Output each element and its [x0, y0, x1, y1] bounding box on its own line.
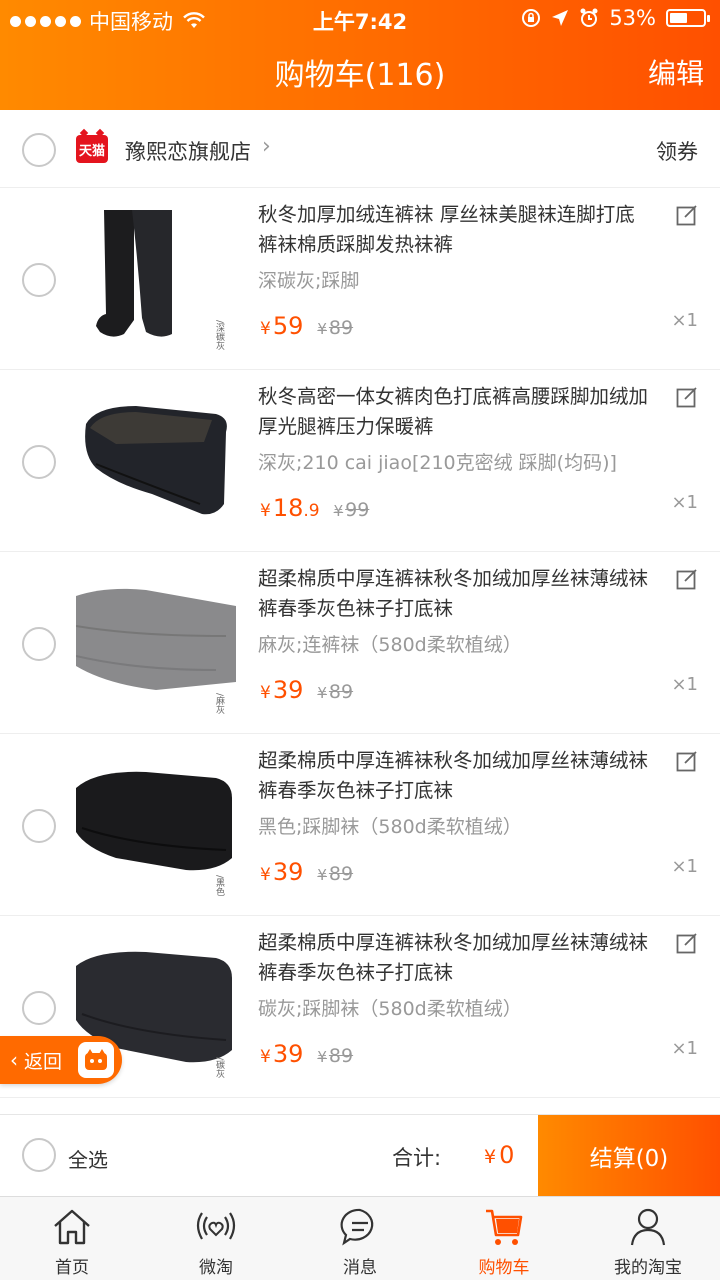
item-price: ¥39: [260, 1040, 304, 1068]
price-row: ¥39 ¥89: [260, 1040, 353, 1068]
item-quantity: ×1: [671, 856, 698, 877]
back-button[interactable]: ‹ 返回: [0, 1036, 122, 1084]
item-sku[interactable]: 深碳灰;踩脚: [258, 266, 658, 293]
item-title[interactable]: 超柔棉质中厚连裤袜秋冬加绒加厚丝袜薄绒袜裤春季灰色袜子打底袜: [258, 564, 653, 624]
status-bar: 中国移动 上午7:42 53%: [0, 0, 720, 36]
edit-item-icon[interactable]: [676, 568, 698, 590]
price-row: ¥39 ¥89: [260, 676, 353, 704]
item-select-checkbox[interactable]: [22, 809, 56, 843]
item-title[interactable]: 超柔棉质中厚连裤袜秋冬加绒加厚丝袜薄绒袜裤春季灰色袜子打底袜: [258, 928, 653, 988]
select-all-checkbox[interactable]: [22, 1138, 56, 1172]
item-price: ¥39: [260, 858, 304, 886]
thumbnail-caption: /深碳灰: [214, 319, 224, 350]
item-sku[interactable]: 深灰;210 cai jiao[210克密绒 踩脚(均码)]: [258, 448, 658, 475]
item-quantity: ×1: [671, 492, 698, 513]
battery-level: [670, 13, 687, 23]
tab-profile[interactable]: 我的淘宝: [576, 1197, 720, 1280]
home-icon: [54, 1209, 90, 1245]
chevron-left-icon: ‹: [10, 1048, 18, 1072]
original-price: ¥99: [333, 499, 370, 521]
product-image: [76, 771, 232, 871]
item-price: ¥39: [260, 676, 304, 704]
item-title[interactable]: 秋冬加厚加绒连裤袜 厚丝袜美腿袜连脚打底裤袜棉质踩脚发热袜裤: [258, 200, 653, 260]
item-price: ¥18.9: [260, 494, 320, 522]
back-label: 返回: [24, 1050, 63, 1073]
rotation-lock-icon: [522, 9, 541, 27]
total-amount: ¥0: [484, 1141, 515, 1169]
message-icon: [340, 1208, 374, 1246]
tmall-logo: 天猫: [76, 135, 108, 163]
product-image: [76, 588, 236, 690]
original-price: ¥89: [317, 681, 354, 703]
cart-item[interactable]: 秋冬高密一体女裤肉色打底裤高腰踩脚加绒加厚光腿裤压力保暖裤 深灰;210 cai…: [0, 370, 720, 552]
original-price: ¥89: [317, 1045, 354, 1067]
store-select-checkbox[interactable]: [22, 133, 56, 167]
cart-item[interactable]: /黑色 超柔棉质中厚连裤袜秋冬加绒加厚丝袜薄绒袜裤春季灰色袜子打底袜 黑色;踩脚…: [0, 734, 720, 916]
thumbnail-caption: /麻灰: [214, 692, 224, 714]
edit-item-icon[interactable]: [676, 932, 698, 954]
edit-item-icon[interactable]: [676, 386, 698, 408]
weitao-icon: [196, 1212, 236, 1240]
battery-icon: [666, 9, 710, 27]
item-select-checkbox[interactable]: [22, 627, 56, 661]
item-quantity: ×1: [671, 674, 698, 695]
price-row: ¥59 ¥89: [260, 312, 353, 340]
product-thumbnail[interactable]: /黑色: [76, 748, 236, 898]
edit-button[interactable]: 编辑: [648, 52, 704, 92]
product-thumbnail[interactable]: /麻灰: [76, 566, 236, 716]
product-image: [96, 210, 172, 337]
product-image: [85, 406, 227, 515]
chevron-right-icon[interactable]: ›: [262, 134, 271, 159]
select-all-label[interactable]: 全选: [68, 1144, 108, 1173]
store-name-link[interactable]: 豫熙恋旗舰店: [125, 136, 251, 166]
header: 中国移动 上午7:42 53% 购物车(116) 编辑: [0, 0, 720, 110]
product-thumbnail[interactable]: [76, 384, 236, 534]
item-price: ¥59: [260, 312, 304, 340]
original-price: ¥89: [317, 863, 354, 885]
total-label: 合计:: [392, 1146, 442, 1170]
price-row: ¥39 ¥89: [260, 858, 353, 886]
item-title[interactable]: 超柔棉质中厚连裤袜秋冬加绒加厚丝袜薄绒袜裤春季灰色袜子打底袜: [258, 746, 653, 806]
store-header: 天猫 豫熙恋旗舰店 › 领券: [0, 112, 720, 188]
item-sku[interactable]: 麻灰;连裤袜（580d柔软植绒）: [258, 630, 658, 657]
tab-bar: 首页 微淘 消息 购物车 我的淘宝: [0, 1196, 720, 1280]
tab-messages[interactable]: 消息: [288, 1197, 432, 1280]
item-select-checkbox[interactable]: [22, 991, 56, 1025]
item-select-checkbox[interactable]: [22, 263, 56, 297]
cart-item[interactable]: /深碳灰 秋冬加厚加绒连裤袜 厚丝袜美腿袜连脚打底裤袜棉质踩脚发热袜裤 深碳灰;…: [0, 188, 720, 370]
tmall-cat-icon: [78, 1042, 114, 1078]
item-sku[interactable]: 碳灰;踩脚袜（580d柔软植绒）: [258, 994, 658, 1021]
item-quantity: ×1: [671, 1038, 698, 1059]
item-quantity: ×1: [671, 310, 698, 331]
edit-item-icon[interactable]: [676, 204, 698, 226]
product-thumbnail[interactable]: /深碳灰: [76, 202, 236, 352]
tab-cart[interactable]: 购物车: [432, 1197, 576, 1280]
cart-item[interactable]: /麻灰 超柔棉质中厚连裤袜秋冬加绒加厚丝袜薄绒袜裤春季灰色袜子打底袜 麻灰;连裤…: [0, 552, 720, 734]
item-select-checkbox[interactable]: [22, 445, 56, 479]
tab-home[interactable]: 首页: [0, 1197, 144, 1280]
coupon-button[interactable]: 领券: [656, 136, 698, 166]
alarm-icon: [580, 8, 598, 27]
item-title[interactable]: 秋冬高密一体女裤肉色打底裤高腰踩脚加绒加厚光腿裤压力保暖裤: [258, 382, 653, 442]
original-price: ¥89: [317, 317, 354, 339]
tab-weitao[interactable]: 微淘: [144, 1197, 288, 1280]
battery-percent: 53%: [609, 6, 656, 30]
thumbnail-caption: /黑色: [214, 874, 224, 896]
page-title: 购物车(116): [274, 58, 446, 93]
cart-icon: [486, 1209, 523, 1245]
item-sku[interactable]: 黑色;踩脚袜（580d柔软植绒）: [258, 812, 658, 839]
price-row: ¥18.9 ¥99: [260, 494, 369, 522]
profile-icon: [630, 1208, 666, 1246]
thumbnail-caption: /碳灰: [214, 1056, 224, 1078]
checkout-bar: 全选 合计: ¥0 结算(0): [0, 1114, 720, 1197]
location-icon: [552, 10, 569, 26]
checkout-button[interactable]: 结算(0): [538, 1115, 720, 1197]
edit-item-icon[interactable]: [676, 750, 698, 772]
